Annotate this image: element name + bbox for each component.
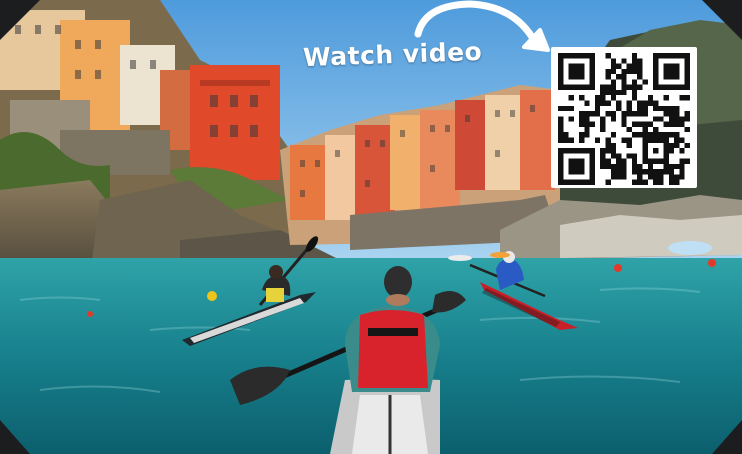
photo-frame: Watch video — [0, 0, 742, 454]
qr-code[interactable] — [558, 53, 690, 185]
qr-code-card[interactable] — [551, 47, 697, 188]
